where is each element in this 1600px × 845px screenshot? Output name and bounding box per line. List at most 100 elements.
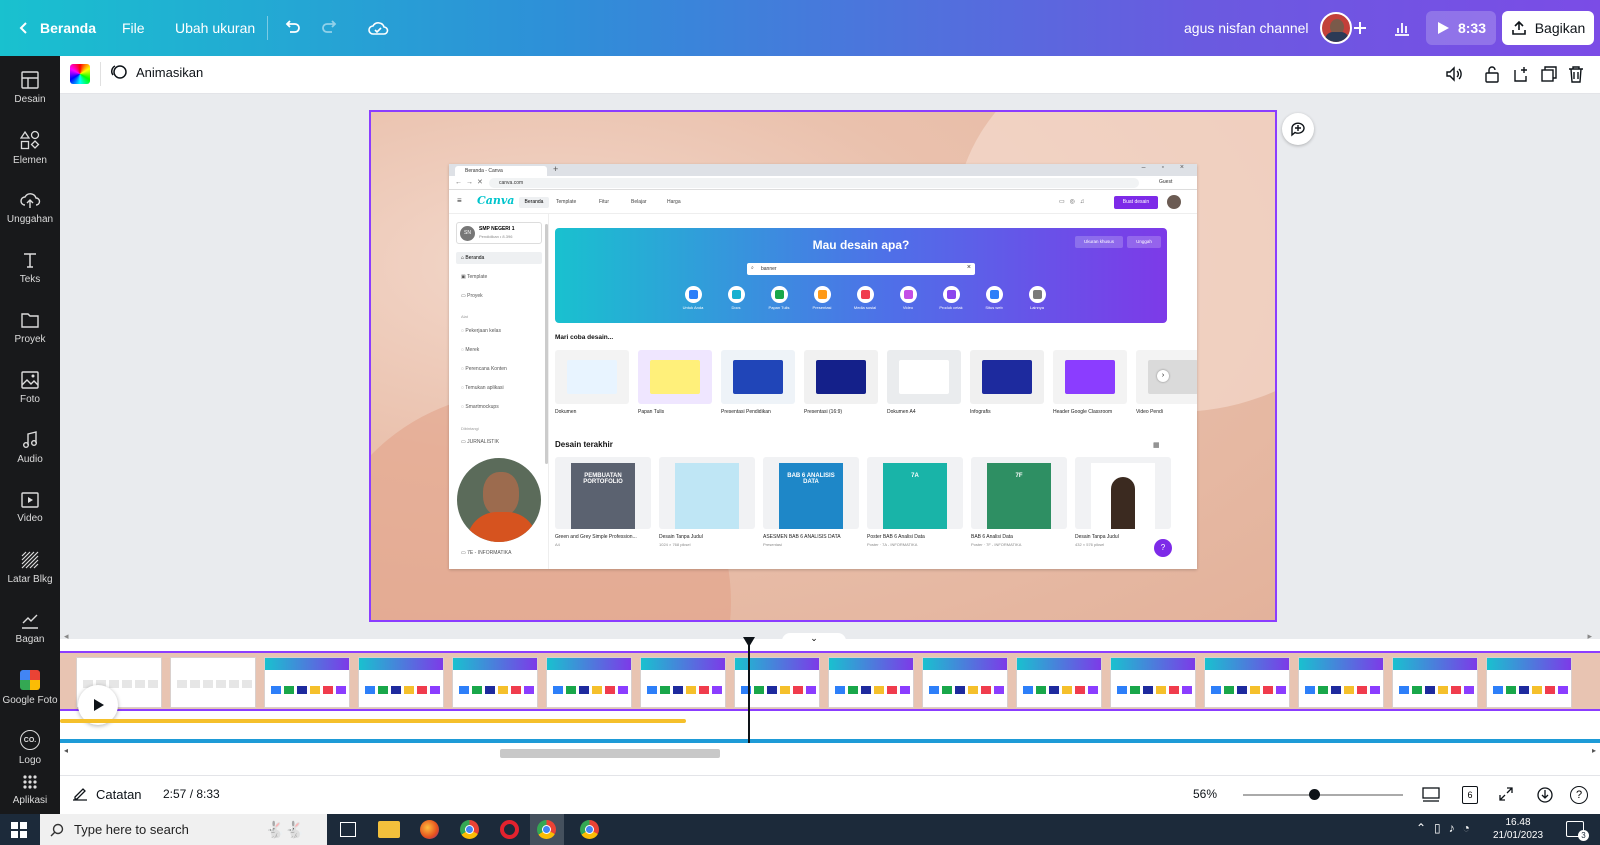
volume-icon[interactable] <box>1445 65 1463 88</box>
side-tool[interactable]: ◌ Smartmockups <box>461 404 499 410</box>
notes-button[interactable]: Catatan <box>72 786 142 802</box>
file-menu[interactable]: File <box>122 0 145 56</box>
chrome-icon[interactable] <box>460 820 479 839</box>
undo-icon[interactable] <box>280 16 304 40</box>
sidebar-item-background[interactable]: Latar Blkg <box>0 540 60 596</box>
zoom-value[interactable]: 56% <box>1193 787 1217 801</box>
audio-track-bar[interactable] <box>60 719 686 723</box>
side-tool[interactable]: ◌ Merek <box>461 347 479 353</box>
help-icon[interactable]: ? <box>1570 786 1588 804</box>
nav-fitur[interactable]: Fitur <box>599 199 609 205</box>
color-picker-icon[interactable] <box>70 64 90 84</box>
artboard-page[interactable]: Beranda - Canva + ‒ ▫ × ←→✕ canva.com Gu… <box>369 110 1277 622</box>
sidebar-item-video[interactable]: Video <box>0 480 60 536</box>
try-design-card[interactable]: Dokumen A4 <box>887 350 961 415</box>
hero-category-item[interactable]: Presentasi <box>802 286 842 310</box>
try-design-card[interactable]: Header Google Classroom <box>1053 350 1127 415</box>
add-page-icon[interactable] <box>1512 65 1530 88</box>
share-button[interactable]: Bagikan <box>1502 11 1594 45</box>
resize-menu[interactable]: Ubah ukuran <box>175 0 255 56</box>
side-tool[interactable]: ◌ Pekerjaan kelas <box>461 328 501 334</box>
hscroll-right-icon[interactable]: ▸ <box>1592 746 1596 755</box>
grid-layout-icon[interactable] <box>1422 787 1440 808</box>
clock[interactable]: 16.48 21/01/2023 <box>1490 816 1546 842</box>
video-track[interactable] <box>60 651 1600 711</box>
try-design-card[interactable]: Infografis <box>970 350 1044 415</box>
firefox-icon[interactable] <box>420 820 439 839</box>
horizontal-scrollbar[interactable] <box>500 749 720 758</box>
sidebar-item-audio[interactable]: Audio <box>0 420 60 476</box>
sidebar-item-text[interactable]: Teks <box>0 240 60 296</box>
try-design-card[interactable]: Video Pendi <box>1136 350 1197 415</box>
comment-add-icon[interactable] <box>1282 113 1314 145</box>
try-design-card[interactable]: Presentasi Pendidikan <box>721 350 795 415</box>
taskbar-active-app[interactable] <box>530 814 564 845</box>
animate-button[interactable]: Animasikan <box>110 63 203 81</box>
side-starred[interactable]: ▭ 7E - INFORMATIKA <box>461 550 511 556</box>
download-icon[interactable] <box>1536 786 1554 809</box>
hero-category-item[interactable]: Media sosial <box>845 286 885 310</box>
recent-design-card[interactable]: Desain Tanpa Judul 1024 × 768 piksel <box>659 457 755 547</box>
scroll-right-icon[interactable]: ▸ <box>1587 631 1592 642</box>
side-tool[interactable]: ◌ Perencana Konten <box>461 366 507 372</box>
scrollbar[interactable] <box>545 224 548 464</box>
grid-view-icon[interactable]: ▦ <box>1153 441 1160 449</box>
hero-category-item[interactable]: Video <box>888 286 928 310</box>
create-design-button[interactable]: Buat desain <box>1114 196 1158 209</box>
recent-design-card[interactable]: Desain Tanpa Judul 432 × 576 piksel <box>1075 457 1171 547</box>
hero-category-item[interactable]: Lainnya <box>1017 286 1057 310</box>
avatar[interactable] <box>1167 195 1181 209</box>
system-tray-icons[interactable]: ⌃▯♪◔ <box>1416 821 1478 835</box>
recent-design-card[interactable]: BAB 6 ANALISIS DATA ASESMEN BAB 6 ANALISI… <box>763 457 859 547</box>
fullscreen-icon[interactable] <box>1498 786 1514 807</box>
trash-icon[interactable] <box>1568 65 1584 88</box>
sidebar-item-photos[interactable]: Foto <box>0 360 60 416</box>
hscroll-left-icon[interactable]: ◂ <box>64 746 68 755</box>
try-design-card[interactable]: Papan Tulis <box>638 350 712 415</box>
team-switcher[interactable]: SN SMP NEGERI 1 Pendidikan • 8.396 <box>456 222 542 244</box>
sidebar-item-projects[interactable]: Proyek <box>0 300 60 356</box>
side-template[interactable]: ▣ Template <box>461 274 487 280</box>
header-icons[interactable]: ▭◎♫ <box>1059 198 1089 205</box>
sidebar-item-logo[interactable]: CO. Logo <box>0 720 60 776</box>
back-chevron-icon[interactable] <box>12 16 36 40</box>
nav-arrows-icon[interactable]: ←→✕ <box>455 178 487 186</box>
zoom-slider-track[interactable] <box>1243 794 1403 796</box>
opera-icon[interactable] <box>500 820 519 839</box>
sidebar-item-charts[interactable]: Bagan <box>0 600 60 656</box>
help-icon[interactable]: ? <box>1154 539 1172 557</box>
collapse-timeline-icon[interactable]: ⌄ <box>782 633 846 645</box>
canva-logo[interactable]: Canva <box>477 194 514 207</box>
side-beranda[interactable]: ⌂ Beranda <box>461 255 484 261</box>
nav-harga[interactable]: Harga <box>667 199 681 205</box>
notification-icon[interactable]: 3 <box>1566 821 1589 841</box>
hero-category-item[interactable]: Papan Tulis <box>759 286 799 310</box>
insights-chart-icon[interactable] <box>1390 16 1414 40</box>
lock-icon[interactable] <box>1484 65 1500 88</box>
page-count[interactable]: 6 <box>1462 786 1478 804</box>
duplicate-icon[interactable] <box>1540 65 1558 88</box>
custom-size-button[interactable]: Ukuran khusus <box>1075 236 1123 248</box>
side-starred[interactable]: ▭ JURNALISTIK <box>461 439 499 445</box>
home-link[interactable]: Beranda <box>40 0 96 56</box>
windows-start-icon[interactable] <box>11 822 27 843</box>
sidebar-item-google-photos[interactable]: Google Foto <box>0 660 60 716</box>
recent-design-card[interactable]: 7F BAB 6 Analisi Data Poster · 7F - INFORM… <box>971 457 1067 547</box>
redo-icon[interactable] <box>318 16 342 40</box>
nav-belajar[interactable]: Belajar <box>631 199 647 205</box>
voice-track-bar[interactable] <box>60 739 1600 743</box>
try-design-card[interactable]: Presentasi (16:9) <box>804 350 878 415</box>
side-tool[interactable]: ◌ Temukan aplikasi <box>461 385 504 391</box>
present-button[interactable]: 8:33 <box>1426 11 1496 45</box>
url-field[interactable]: canva.com <box>489 178 1139 188</box>
sidebar-item-apps[interactable]: Aplikasi <box>0 774 60 814</box>
clear-icon[interactable]: × <box>967 264 971 271</box>
file-explorer-icon[interactable] <box>378 821 400 838</box>
cloud-saved-icon[interactable] <box>366 16 390 40</box>
playhead[interactable] <box>743 637 755 743</box>
hero-category-item[interactable]: Docs <box>716 286 756 310</box>
recent-design-card[interactable]: PEMBUATAN PORTOFOLIO Green and Grey Simpl… <box>555 457 651 547</box>
hero-search[interactable]: ⌕ banner × <box>747 263 975 275</box>
menu-icon[interactable]: ≡ <box>457 196 462 205</box>
carousel-next-icon[interactable]: › <box>1157 370 1169 382</box>
